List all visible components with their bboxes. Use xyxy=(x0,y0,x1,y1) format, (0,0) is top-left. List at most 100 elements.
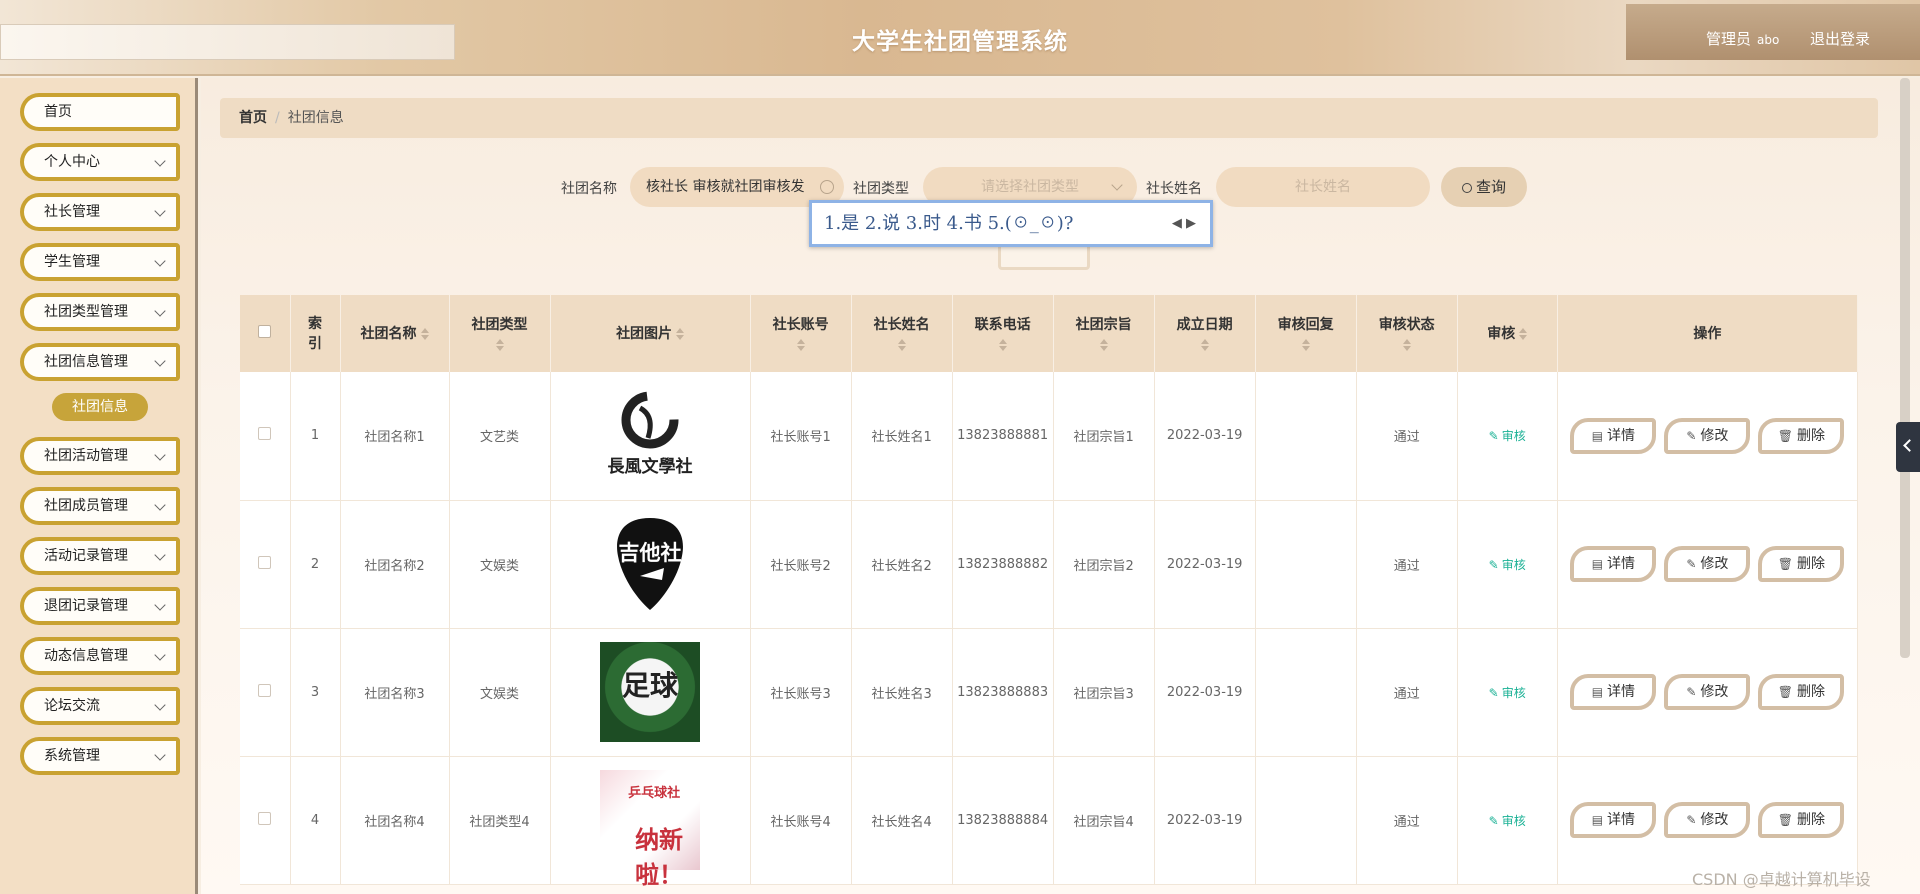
watermark: CSDN @卓越计算机毕设 xyxy=(1692,870,1871,889)
delete-button[interactable]: 🗑 删除 xyxy=(1758,674,1845,710)
col-header-type[interactable]: 社团类型 xyxy=(449,295,551,372)
sort-icon[interactable] xyxy=(420,326,429,342)
cell-date: 2022-03-19 xyxy=(1154,756,1256,885)
chevron-down-icon xyxy=(154,499,166,511)
edit-button-label: 修改 xyxy=(1700,812,1729,828)
cell-image: 乒乓球社 纳新啦！ xyxy=(550,756,751,889)
edit-button[interactable]: ✎ 修改 xyxy=(1664,546,1751,582)
sidebar-item-news[interactable]: 动态信息管理 xyxy=(20,637,180,675)
delete-button[interactable]: 🗑 删除 xyxy=(1758,417,1845,454)
delete-button[interactable]: 🗑 删除 xyxy=(1758,802,1845,838)
cell-audit: ✎ 审核 xyxy=(1457,756,1558,885)
sidebar-item-activity-records[interactable]: 活动记录管理 xyxy=(20,537,180,575)
sidebar-item-forum[interactable]: 论坛交流 xyxy=(20,687,180,725)
leader-name-input[interactable]: 社长姓名 xyxy=(1216,167,1430,207)
sidebar-item-profile[interactable]: 个人中心 xyxy=(20,143,180,181)
cell-image: 長風文學社 xyxy=(550,372,751,501)
col-header-leader[interactable]: 社长姓名 xyxy=(851,295,953,372)
col-header-name[interactable]: 社团名称 xyxy=(340,295,450,372)
cell-reply xyxy=(1255,756,1357,885)
sort-icon[interactable] xyxy=(998,338,1007,351)
col-header-status[interactable]: 审核状态 xyxy=(1356,295,1458,372)
club-logo-text: 纳新啦！ xyxy=(635,825,684,889)
sort-icon[interactable] xyxy=(1402,338,1411,351)
sidebar-item-label: 个人中心 xyxy=(44,154,100,170)
cell-audit: ✎ 审核 xyxy=(1457,500,1558,629)
row-checkbox[interactable] xyxy=(258,555,272,569)
sidebar-subitem-club-info[interactable]: 社团信息 xyxy=(52,393,148,421)
col-header-label: 社团名称 xyxy=(360,325,417,342)
sort-icon[interactable] xyxy=(796,338,805,351)
cell-audit: ✎ 审核 xyxy=(1457,628,1558,757)
sidebar-item-system[interactable]: 系统管理 xyxy=(20,737,180,775)
logout-button[interactable]: 退出登录 xyxy=(1810,28,1870,49)
sidebar-item-home[interactable]: 首页 xyxy=(20,93,180,131)
edit-button[interactable]: ✎ 修改 xyxy=(1664,417,1751,454)
cell-index: 4 xyxy=(290,756,341,885)
col-header-reply[interactable]: 审核回复 xyxy=(1255,295,1357,372)
page-scrollbar[interactable] xyxy=(1900,78,1910,658)
sort-icon[interactable] xyxy=(1301,338,1310,351)
sort-icon[interactable] xyxy=(1519,326,1528,342)
chevron-down-icon xyxy=(154,155,166,167)
breadcrumb-home[interactable]: 首页 xyxy=(239,110,267,126)
row-checkbox[interactable] xyxy=(258,811,272,825)
edit-button[interactable]: ✎ 修改 xyxy=(1664,674,1751,710)
breadcrumb: 首页 / 社团信息 xyxy=(220,98,1878,138)
audit-link[interactable]: ✎ 审核 xyxy=(1489,814,1526,828)
sidebar-item-quit-records[interactable]: 退团记录管理 xyxy=(20,587,180,625)
clear-icon[interactable] xyxy=(820,180,834,194)
sidebar-item-activities[interactable]: 社团活动管理 xyxy=(20,437,180,475)
detail-button[interactable]: ▤ 详情 xyxy=(1570,417,1657,454)
edit-button[interactable]: ✎ 修改 xyxy=(1664,802,1751,838)
col-header-phone[interactable]: 联系电话 xyxy=(952,295,1054,372)
col-header-date[interactable]: 成立日期 xyxy=(1154,295,1256,372)
select-all-checkbox[interactable] xyxy=(258,324,272,338)
cell-type: 文艺类 xyxy=(449,372,551,501)
cell-date: 2022-03-19 xyxy=(1154,500,1256,629)
edit-icon: ✎ xyxy=(1686,685,1697,699)
sort-icon[interactable] xyxy=(1200,338,1209,351)
document-icon: ▤ xyxy=(1591,685,1604,699)
cell-actions: ▤ 详情 ✎ 修改 🗑 删除 xyxy=(1557,628,1858,757)
row-checkbox[interactable] xyxy=(258,427,272,441)
user-role: 管理员 xyxy=(1706,30,1752,48)
row-select-cell xyxy=(240,756,291,885)
audit-link[interactable]: ✎ 审核 xyxy=(1489,429,1526,443)
col-header-purpose[interactable]: 社团宗旨 xyxy=(1053,295,1155,372)
sort-icon[interactable] xyxy=(1099,338,1108,351)
col-header-account[interactable]: 社长账号 xyxy=(750,295,852,372)
side-panel-toggle[interactable] xyxy=(1896,422,1920,472)
club-name-value: 核社长 审核就社团审核发 xyxy=(646,179,805,195)
col-header-audit[interactable]: 审核 xyxy=(1457,295,1558,372)
row-checkbox[interactable] xyxy=(258,683,272,697)
ime-page-arrows-icon[interactable]: ◀ ▶ xyxy=(1172,203,1196,244)
sort-icon[interactable] xyxy=(676,326,685,342)
sidebar-item-club-info[interactable]: 社团信息管理 xyxy=(20,343,180,381)
col-header-image[interactable]: 社团图片 xyxy=(550,295,751,372)
ime-candidate-popup[interactable]: 1.是 2.说 3.时 4.书 5.(☉_☉)? ◀ ▶ xyxy=(809,200,1213,247)
col-header-label: 审核 xyxy=(1487,325,1516,342)
audit-link[interactable]: ✎ 审核 xyxy=(1489,558,1526,572)
query-button[interactable]: 查询 xyxy=(1441,167,1527,207)
sidebar-item-students[interactable]: 学生管理 xyxy=(20,243,180,281)
document-icon: ▤ xyxy=(1591,428,1604,443)
trash-icon: 🗑 xyxy=(1777,685,1793,699)
trash-icon: 🗑 xyxy=(1777,813,1793,827)
detail-button[interactable]: ▤ 详情 xyxy=(1570,546,1657,582)
sort-icon[interactable] xyxy=(897,338,906,351)
detail-button[interactable]: ▤ 详情 xyxy=(1570,674,1657,710)
app-title: 大学生社团管理系统 xyxy=(852,28,1068,55)
sidebar-item-label: 活动记录管理 xyxy=(44,548,128,564)
club-logo-text: 長風文學社 xyxy=(608,456,693,477)
detail-button[interactable]: ▤ 详情 xyxy=(1570,802,1657,838)
sort-icon[interactable] xyxy=(495,338,504,351)
cell-phone: 13823888881 xyxy=(952,372,1054,501)
sidebar-item-club-types[interactable]: 社团类型管理 xyxy=(20,293,180,331)
delete-button[interactable]: 🗑 删除 xyxy=(1758,546,1845,582)
sidebar-item-leaders[interactable]: 社长管理 xyxy=(20,193,180,231)
trash-icon: 🗑 xyxy=(1777,557,1793,571)
sidebar-item-members[interactable]: 社团成员管理 xyxy=(20,487,180,525)
detail-button-label: 详情 xyxy=(1607,556,1636,572)
audit-link[interactable]: ✎ 审核 xyxy=(1489,686,1526,700)
